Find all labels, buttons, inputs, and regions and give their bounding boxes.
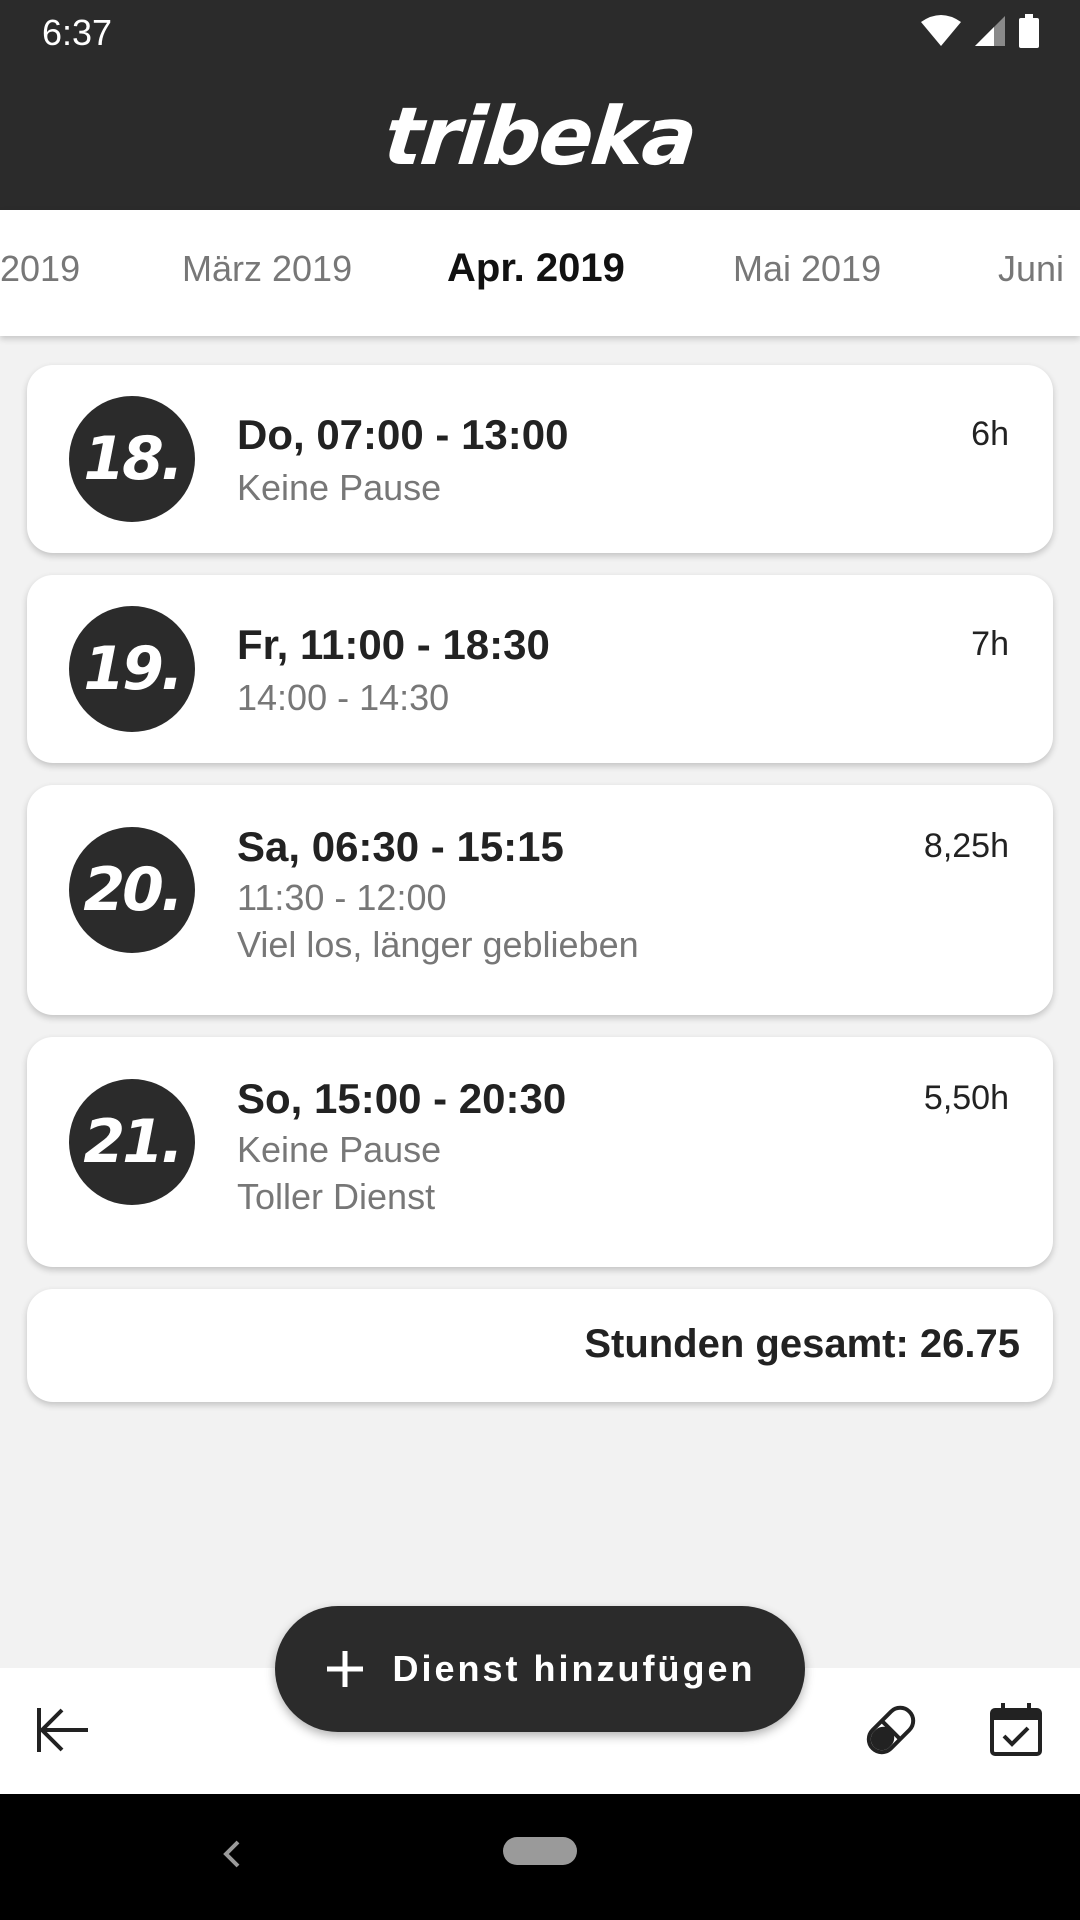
shift-list: 18. Do, 07:00 - 13:00 Keine Pause 6h 19.… xyxy=(27,365,1053,1424)
plus-icon xyxy=(326,1651,363,1687)
shift-hours: 6h xyxy=(971,415,1009,453)
shift-break: Keine Pause xyxy=(237,467,442,508)
app-logo: tribeka xyxy=(380,90,700,183)
shift-time: So, 15:00 - 20:30 xyxy=(237,1075,567,1122)
shift-break: Keine Pause xyxy=(237,1129,442,1170)
shift-hours: 8,25h xyxy=(923,827,1009,865)
wifi-icon xyxy=(921,15,961,46)
shift-card[interactable]: 20. Sa, 06:30 - 15:15 11:30 - 12:00 Viel… xyxy=(27,785,1053,1015)
tab-month-may[interactable]: Mai 2019 xyxy=(733,248,881,290)
shift-card[interactable]: 21. So, 15:00 - 20:30 Keine Pause Toller… xyxy=(27,1037,1053,1267)
home-pill[interactable] xyxy=(503,1837,577,1865)
tab-month-june[interactable]: Juni xyxy=(998,248,1064,290)
status-bar: 6:37 xyxy=(0,0,1080,63)
shift-hours: 5,50h xyxy=(923,1079,1009,1117)
shift-card[interactable]: 19. Fr, 11:00 - 18:30 14:00 - 14:30 7h xyxy=(27,575,1053,763)
back-icon[interactable] xyxy=(218,1834,246,1874)
shift-time: Do, 07:00 - 13:00 xyxy=(237,411,569,458)
day-badge: 18. xyxy=(69,396,195,522)
tab-month-february[interactable]: 2019 xyxy=(0,248,80,290)
system-nav-bar xyxy=(0,1794,1080,1920)
system-icons xyxy=(920,14,1040,48)
day-badge: 19. xyxy=(69,606,195,732)
arrow-collapse-left-icon[interactable] xyxy=(32,1700,92,1760)
shift-break: 11:30 - 12:00 xyxy=(237,877,447,918)
calendar-check-icon[interactable] xyxy=(986,1700,1046,1760)
tab-month-march[interactable]: März 2019 xyxy=(182,248,352,290)
total-hours-card: Stunden gesamt: 26.75 xyxy=(27,1289,1053,1402)
total-hours: Stunden gesamt: 26.75 xyxy=(584,1322,1020,1366)
pill-icon[interactable] xyxy=(861,1700,921,1760)
shift-time: Sa, 06:30 - 15:15 xyxy=(237,823,564,870)
shift-card[interactable]: 18. Do, 07:00 - 13:00 Keine Pause 6h xyxy=(27,365,1053,553)
add-shift-button[interactable]: Dienst hinzufügen xyxy=(275,1606,805,1732)
shift-note: Viel los, länger geblieben xyxy=(237,924,639,965)
shift-break: 14:00 - 14:30 xyxy=(237,677,450,718)
tab-month-april[interactable]: Apr. 2019 xyxy=(447,246,625,291)
add-shift-label: Dienst hinzufügen xyxy=(392,1648,756,1689)
battery-icon xyxy=(1019,14,1039,48)
day-badge: 21. xyxy=(69,1079,195,1205)
shift-note: Toller Dienst xyxy=(237,1176,436,1217)
app-bar: tribeka xyxy=(0,63,1080,210)
day-badge: 20. xyxy=(69,827,195,953)
cellular-signal-icon xyxy=(975,16,1005,46)
shift-hours: 7h xyxy=(971,625,1009,663)
status-time: 6:37 xyxy=(42,12,113,53)
shift-time: Fr, 11:00 - 18:30 xyxy=(237,621,550,668)
month-tabs: 2019 März 2019 Apr. 2019 Mai 2019 Juni xyxy=(0,210,1080,336)
